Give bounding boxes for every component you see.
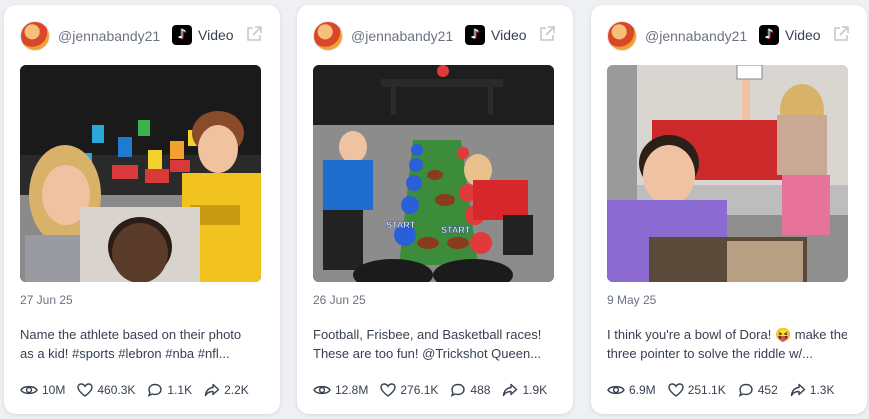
comments-stat: 488 — [450, 383, 490, 397]
post-card[interactable]: @jennabandy21 ♪ ♪ ♪ Video — [297, 5, 573, 414]
post-header: @jennabandy21 ♪ ♪ ♪ Video — [20, 21, 268, 51]
eye-icon — [20, 385, 38, 395]
post-stats: 10M 460.3K 1.1K 2.2K — [20, 380, 261, 400]
views-count: 10M — [42, 383, 66, 397]
views-count: 6.9M — [629, 383, 656, 397]
comments-stat: 1.1K — [147, 383, 192, 397]
shares-stat: 1.3K — [790, 383, 835, 397]
post-header: @jennabandy21 ♪ ♪ ♪ Video — [313, 21, 561, 51]
likes-count: 460.3K — [97, 383, 136, 397]
heart-icon — [380, 383, 397, 397]
post-type-label: Video — [198, 27, 234, 43]
avatar[interactable] — [20, 21, 50, 51]
heart-icon — [667, 383, 684, 397]
shares-count: 2.2K — [224, 383, 249, 397]
shares-stat: 1.9K — [502, 383, 547, 397]
post-type-label: Video — [491, 27, 527, 43]
comment-icon — [148, 383, 163, 397]
comment-icon — [738, 383, 753, 397]
post-stats: 12.8M 276.1K 488 1.9K — [313, 380, 559, 400]
shares-count: 1.9K — [522, 383, 548, 397]
views-stat: 12.8M — [313, 383, 368, 397]
video-thumbnail[interactable]: START START — [313, 65, 554, 282]
shares-stat: 2.2K — [204, 383, 249, 397]
heart-icon — [77, 383, 94, 397]
account-handle[interactable]: @jennabandy21 — [645, 28, 747, 44]
post-date: 26 Jun 25 — [313, 293, 366, 307]
views-stat: 10M — [20, 383, 65, 397]
comments-count: 452 — [757, 383, 778, 397]
comments-stat: 452 — [738, 383, 778, 397]
external-link-icon[interactable] — [538, 25, 556, 43]
post-header: @jennabandy21 ♪ ♪ ♪ Video — [607, 21, 855, 51]
likes-count: 276.1K — [400, 383, 439, 397]
video-thumbnail[interactable] — [20, 65, 261, 282]
likes-stat: 276.1K — [380, 383, 438, 397]
post-caption: Football, Frisbee, and Basketball races!… — [313, 325, 553, 363]
post-caption: Name the athlete based on their photo as… — [20, 325, 260, 363]
post-date: 9 May 25 — [607, 293, 657, 307]
comment-icon — [451, 383, 466, 397]
eye-icon — [313, 385, 331, 395]
likes-stat: 251.1K — [667, 383, 726, 397]
caption-line: as a kid! #sports #lebron #nba #nfl... — [20, 346, 230, 361]
caption-line: These are too fun! @Trickshot Queen... — [313, 346, 542, 361]
views-stat: 6.9M — [607, 383, 656, 397]
share-icon — [503, 383, 518, 397]
avatar[interactable] — [607, 21, 637, 51]
eye-icon — [607, 385, 625, 395]
caption-line: Name the athlete based on their photo — [20, 327, 242, 342]
post-stats: 6.9M 251.1K 452 1.3K — [607, 380, 846, 400]
post-card[interactable]: @jennabandy21 ♪ ♪ ♪ Video — [4, 5, 280, 414]
account-handle[interactable]: @jennabandy21 — [351, 28, 453, 44]
post-caption: I think you're a bowl of Dora! 😝 make th… — [607, 325, 847, 363]
views-count: 12.8M — [335, 383, 369, 397]
start-label: START — [441, 225, 471, 235]
post-type-label: Video — [785, 27, 821, 43]
caption-line: Football, Frisbee, and Basketball races! — [313, 327, 542, 342]
likes-count: 251.1K — [687, 383, 726, 397]
share-icon — [790, 383, 805, 397]
tiktok-icon: ♪ ♪ ♪ — [465, 25, 485, 45]
caption-line: I think you're a bowl of Dora! 😝 make th… — [607, 327, 847, 342]
shares-count: 1.3K — [809, 383, 835, 397]
external-link-icon[interactable] — [245, 25, 263, 43]
start-label: START — [386, 220, 416, 230]
caption-line: three pointer to solve the riddle w/... — [607, 346, 813, 361]
avatar[interactable] — [313, 21, 343, 51]
comments-count: 488 — [470, 383, 491, 397]
external-link-icon[interactable] — [832, 25, 850, 43]
post-card[interactable]: @jennabandy21 ♪ ♪ ♪ Video — [591, 5, 867, 414]
account-handle[interactable]: @jennabandy21 — [58, 28, 160, 44]
tiktok-icon: ♪ ♪ ♪ — [172, 25, 192, 45]
tiktok-icon: ♪ ♪ ♪ — [759, 25, 779, 45]
share-icon — [204, 383, 220, 397]
post-date: 27 Jun 25 — [20, 293, 73, 307]
video-thumbnail[interactable] — [607, 65, 848, 282]
likes-stat: 460.3K — [77, 383, 135, 397]
comments-count: 1.1K — [167, 383, 193, 397]
